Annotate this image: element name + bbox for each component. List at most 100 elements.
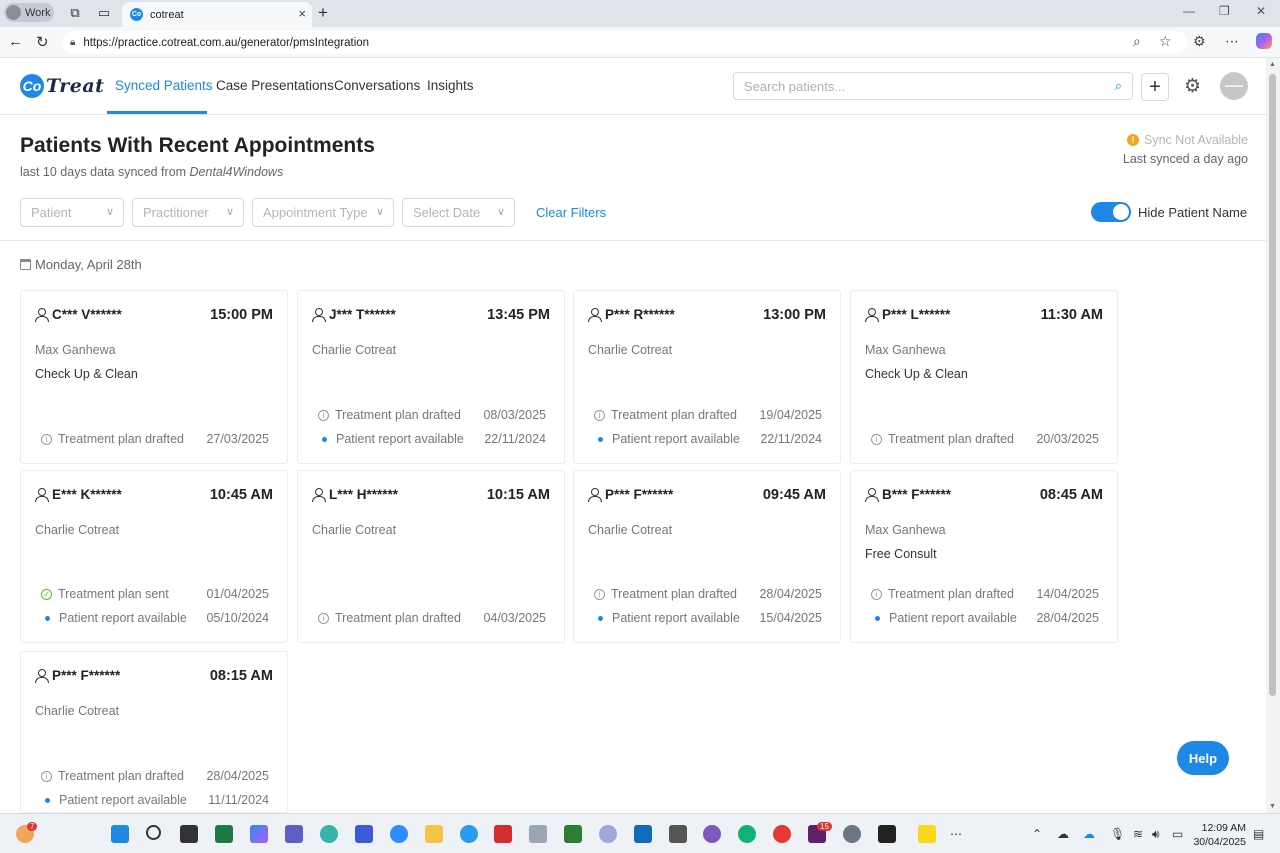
appointment-card[interactable]: P*** L****** 11:30 AM Max Ganhewa Check Up … — [850, 290, 1118, 464]
nav-synced-patients[interactable]: Synced Patients — [115, 78, 213, 93]
add-button[interactable]: + — [1141, 73, 1169, 101]
publisher-icon[interactable] — [215, 825, 233, 843]
nav-conversations[interactable]: Conversations — [334, 78, 420, 93]
calculator-icon[interactable] — [669, 825, 687, 843]
onedrive-tray-icon[interactable]: ☁ — [1083, 827, 1095, 841]
cloud-icon[interactable]: ☁ — [1057, 827, 1069, 841]
scrollbar-thumb[interactable] — [1269, 74, 1276, 696]
patient-name-text: C*** V****** — [52, 307, 122, 322]
calendar-app-icon[interactable] — [564, 825, 582, 843]
microphone-icon[interactable]: 🎙︎ — [1110, 827, 1125, 841]
settings-gear-icon[interactable]: ⚙ — [1184, 75, 1201, 98]
practitioner-name: Charlie Cotreat — [588, 523, 673, 537]
teams-icon[interactable] — [285, 825, 303, 843]
taskbar-clock[interactable]: 12:09 AM 30/04/2025 — [1193, 821, 1246, 849]
status-date: 14/04/2025 — [1036, 587, 1099, 601]
status-date: 22/11/2024 — [484, 432, 546, 446]
wifi-icon[interactable]: ≋ — [1133, 827, 1143, 841]
snipping-tool-icon[interactable] — [529, 825, 547, 843]
onedrive-app-icon[interactable] — [460, 825, 478, 843]
tray-expand-icon[interactable]: ⌃ — [1032, 827, 1042, 841]
notification-badge: 7 — [27, 822, 38, 831]
status-label: Treatment plan sent — [58, 587, 169, 601]
search-icon[interactable]: ⌕ — [1115, 78, 1122, 94]
file-explorer-icon[interactable] — [425, 825, 443, 843]
more-options-icon[interactable]: ⋯ — [1225, 33, 1239, 50]
user-avatar[interactable] — [1220, 72, 1248, 100]
appointment-card[interactable]: B*** F****** 08:45 AM Max Ganhewa Free Cons… — [850, 470, 1118, 643]
cotreat-logo[interactable]: Co Treat — [20, 74, 104, 98]
close-window-icon[interactable]: ✕ — [1256, 4, 1266, 18]
start-icon[interactable] — [111, 825, 129, 843]
appointment-time: 08:45 AM — [1039, 487, 1103, 503]
patient-filter[interactable]: Patient ∨ — [20, 198, 124, 227]
settings-app-icon[interactable] — [703, 825, 721, 843]
search-taskbar-icon[interactable] — [146, 825, 161, 840]
refresh-icon[interactable]: ↻ — [36, 33, 49, 51]
clock-date: 30/04/2025 — [1193, 836, 1246, 848]
page-scrollbar[interactable]: ▲ ▼ — [1266, 58, 1280, 813]
plus-icon: + — [1149, 75, 1161, 98]
practitioner-filter[interactable]: Practitioner ∨ — [132, 198, 244, 227]
url-field[interactable]: 🔒︎ https://practice.cotreat.com.au/gener… — [62, 31, 1187, 54]
patient-name: P*** F****** — [588, 487, 673, 502]
notification-center-icon[interactable]: ▤ — [1253, 827, 1264, 841]
d-app-icon[interactable] — [599, 825, 617, 843]
zoom-icon[interactable]: ⌕ — [1133, 33, 1141, 50]
profile-button[interactable]: Work — [4, 3, 54, 22]
favorite-star-icon[interactable]: ☆ — [1159, 33, 1172, 50]
scroll-down-icon[interactable]: ▼ — [1269, 803, 1276, 810]
chrome-icon[interactable] — [773, 825, 791, 843]
status-date: 15/04/2025 — [759, 611, 822, 625]
edge-icon[interactable] — [738, 825, 756, 843]
appointment-card[interactable]: E*** K****** 10:45 AM Charlie Cotreat ✓ Trea… — [20, 470, 288, 643]
person-icon — [35, 308, 49, 322]
calendar-icon — [20, 259, 31, 270]
chevron-down-icon: ∨ — [105, 206, 114, 218]
site-info-icon[interactable]: 🔒︎ — [70, 37, 75, 48]
practitioner-name: Charlie Cotreat — [312, 343, 397, 357]
appointment-card[interactable]: P*** F****** 09:45 AM Charlie Cotreat i Trea… — [573, 470, 841, 643]
appointment-card[interactable]: C*** V****** 15:00 PM Max Ganhewa Check Up … — [20, 290, 288, 464]
gear-app-icon[interactable] — [843, 825, 861, 843]
more-apps-icon[interactable]: ⋯ — [950, 827, 962, 841]
notion-icon[interactable] — [878, 825, 896, 843]
nav-insights[interactable]: Insights — [427, 78, 474, 93]
appointment-card[interactable]: P*** F****** 08:15 AM Charlie Cotreat i Trea… — [20, 651, 288, 813]
patient-name: J*** T****** — [312, 307, 396, 322]
back-icon[interactable]: ← — [8, 33, 23, 50]
appointment-card[interactable]: L*** H****** 10:15 AM Charlie Cotreat i Trea… — [297, 470, 565, 643]
appointment-type-filter[interactable]: Appointment Type ∨ — [252, 198, 394, 227]
status-row: i Treatment plan drafted 08/03/2025 — [316, 407, 546, 423]
tab-actions-icon[interactable]: ▭ — [96, 5, 112, 21]
sticky-notes-icon[interactable] — [918, 825, 936, 843]
volume-icon[interactable]: 🔊︎ — [1152, 827, 1160, 842]
restore-icon[interactable]: ❐ — [1219, 4, 1230, 18]
extensions-icon[interactable]: ⚙ — [1193, 33, 1206, 50]
copilot-icon[interactable] — [1256, 33, 1272, 49]
patient-filter-label: Patient — [31, 205, 72, 220]
hide-patient-name-toggle[interactable] — [1091, 202, 1131, 222]
date-filter[interactable]: Select Date ∨ — [402, 198, 515, 227]
battery-icon[interactable]: ▭ — [1172, 827, 1183, 841]
workspaces-icon[interactable]: ⧉ — [67, 5, 83, 21]
copilot-taskbar-icon[interactable] — [250, 825, 268, 843]
outlook-icon[interactable] — [634, 825, 652, 843]
task-view-icon[interactable] — [180, 825, 198, 843]
patient-name: C*** V****** — [35, 307, 122, 322]
close-tab-icon[interactable]: × — [298, 6, 306, 21]
clear-filters-link[interactable]: Clear Filters — [536, 205, 606, 220]
zoom-app-icon[interactable] — [390, 825, 408, 843]
store-icon[interactable] — [355, 825, 373, 843]
acrobat-icon[interactable] — [494, 825, 512, 843]
help-button[interactable]: Help — [1177, 741, 1229, 775]
teams-chat-icon[interactable] — [320, 825, 338, 843]
scroll-up-icon[interactable]: ▲ — [1269, 61, 1276, 68]
appointment-card[interactable]: P*** R****** 13:00 PM Charlie Cotreat i Trea… — [573, 290, 841, 464]
browser-tab-cotreat[interactable]: Co cotreat × — [122, 2, 312, 27]
nav-case-presentations[interactable]: Case Presentations — [216, 78, 334, 93]
new-tab-icon[interactable]: + — [318, 3, 328, 23]
appointment-card[interactable]: J*** T****** 13:45 PM Charlie Cotreat i Trea… — [297, 290, 565, 464]
search-input[interactable] — [744, 78, 1104, 94]
minimize-icon[interactable]: — — [1183, 4, 1195, 18]
